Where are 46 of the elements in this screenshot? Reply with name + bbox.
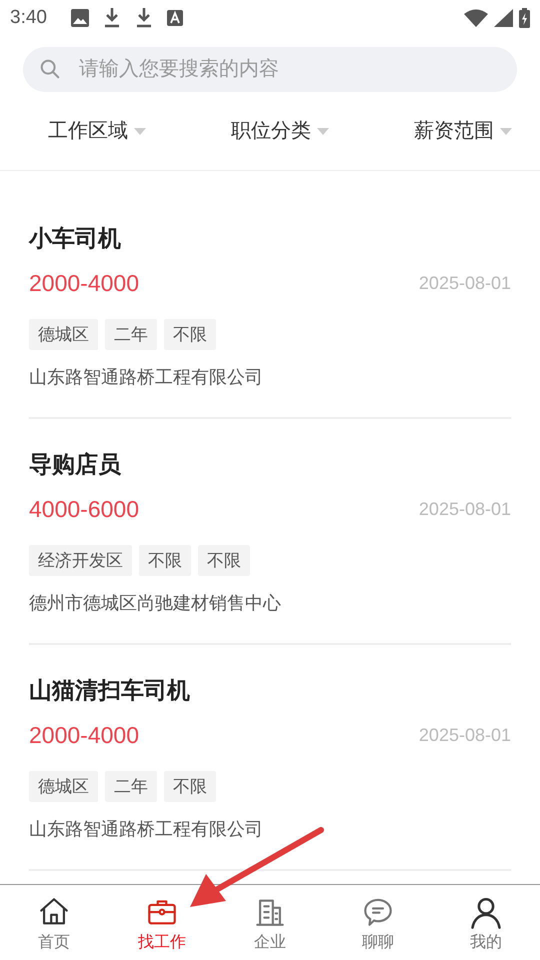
signal-icon <box>494 9 513 27</box>
job-tag: 德城区 <box>29 318 98 350</box>
job-tag: 德城区 <box>29 770 98 802</box>
company-name: 德州市德城区尚驰建材销售中心 <box>29 592 282 615</box>
nav-tab[interactable]: 聊聊 <box>324 885 432 960</box>
job-card[interactable]: 导购店员 4000-6000 2025-08-01 经济开发区 不限 不限 德州市德城区尚驰建材销售中心 <box>29 419 511 645</box>
nav-tab[interactable]: 找工作 <box>108 885 216 960</box>
job-tag: 经济开发区 <box>29 544 132 576</box>
salary-range: 2000-4000 <box>29 269 139 298</box>
company-name: 山东路智通路桥工程有限公司 <box>29 366 264 389</box>
job-tag: 不限 <box>164 318 216 350</box>
nav-tab[interactable]: 我的 <box>432 885 540 960</box>
download-icon <box>102 8 121 28</box>
job-tag: 不限 <box>198 544 250 576</box>
battery-icon <box>519 8 530 28</box>
job-tag: 二年 <box>105 318 157 350</box>
post-date: 2025-08-01 <box>418 724 511 747</box>
post-date: 2025-08-01 <box>418 272 511 295</box>
job-tag: 不限 <box>139 544 191 576</box>
person-icon <box>469 895 503 929</box>
job-title: 导购店员 <box>29 450 122 479</box>
image-icon <box>70 9 89 27</box>
job-card[interactable]: 山猫清扫车司机 2000-4000 2025-08-01 德城区 二年 不限 山东路智通路桥工程有限公司 <box>29 645 511 871</box>
job-card[interactable]: 小车司机 2000-4000 2025-08-01 德城区 二年 不限 山东路智通路桥工程有限公司 <box>29 193 511 419</box>
nav-tab[interactable]: 首页 <box>0 885 108 960</box>
job-title: 小车司机 <box>29 224 122 253</box>
nav-tab[interactable]: 企业 <box>216 885 324 960</box>
caret-icon <box>500 128 512 134</box>
search-icon <box>39 58 61 80</box>
company-name: 山东路智通路桥工程有限公司 <box>29 818 264 841</box>
search-field[interactable]: 请输入您要搜索的内容 <box>23 47 517 92</box>
caret-icon <box>134 128 146 134</box>
filter-dropdown[interactable]: 薪资范围 <box>414 116 512 146</box>
job-tag: 二年 <box>105 770 157 802</box>
salary-range: 2000-4000 <box>29 721 139 750</box>
caret-icon <box>317 128 329 134</box>
job-title: 山猫清扫车司机 <box>29 676 191 705</box>
salary-range: 4000-6000 <box>29 495 139 524</box>
font-icon <box>166 10 183 26</box>
wifi-icon <box>464 9 488 27</box>
download-icon <box>134 8 153 28</box>
filter-dropdown[interactable]: 工作区域 <box>48 116 146 146</box>
filter-dropdown[interactable]: 职位分类 <box>231 116 329 146</box>
job-tag: 不限 <box>164 770 216 802</box>
status-time: 3:40 <box>10 6 47 30</box>
post-date: 2025-08-01 <box>418 498 511 521</box>
